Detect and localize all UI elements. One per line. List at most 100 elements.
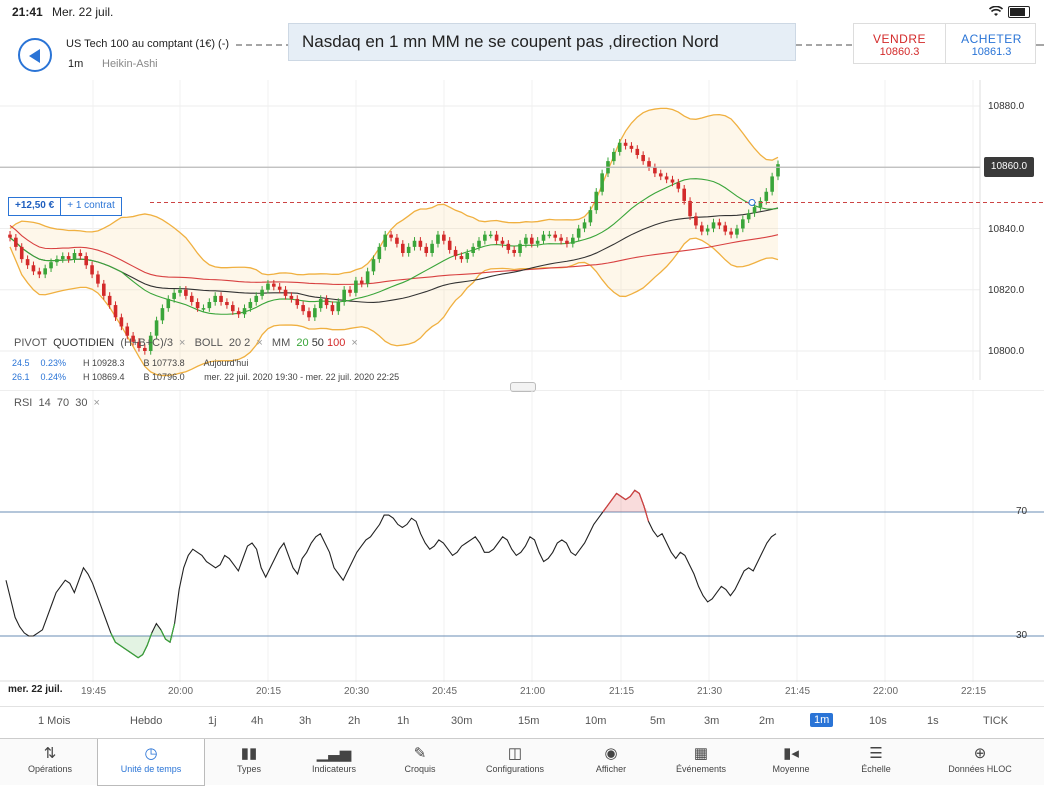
mm-100: 100 (327, 337, 346, 349)
candle-body (465, 253, 470, 260)
rsi-chart[interactable] (0, 390, 1044, 682)
candle-body (389, 234, 393, 238)
moving-average-icon: ▮◂ (783, 745, 799, 762)
tf-3m[interactable]: 3m (704, 715, 719, 727)
tf-1s[interactable]: 1s (927, 715, 939, 727)
candle-body (113, 305, 118, 318)
candle-body (623, 142, 628, 146)
close-icon[interactable]: × (256, 337, 262, 349)
pencil-icon: ✎ (413, 745, 427, 762)
candle-body (529, 237, 534, 244)
tf-5m[interactable]: 5m (650, 715, 665, 727)
battery-icon (1008, 5, 1030, 18)
candle-body (406, 246, 411, 253)
tf-2m[interactable]: 2m (759, 715, 774, 727)
tf-1m[interactable]: 1m (810, 713, 834, 727)
buy-label: ACHETER (961, 32, 1022, 46)
mm-label[interactable]: MM (272, 337, 290, 349)
sell-button[interactable]: VENDRE 10860.3 (854, 24, 946, 63)
tf-10m[interactable]: 10m (585, 715, 606, 727)
candle-body (512, 249, 516, 253)
candle-body (735, 228, 739, 235)
candle-body (189, 295, 194, 302)
candle-body (418, 240, 423, 247)
x-axis-date-tag: mer. 22 juil. (8, 684, 63, 695)
tool-display[interactable]: ◉ Afficher (568, 739, 654, 785)
tool-events[interactable]: ▦ Événements (658, 739, 744, 785)
tf-1d[interactable]: 1j (208, 715, 217, 727)
pivot-label[interactable]: PIVOT (14, 337, 47, 349)
candle-body (277, 286, 282, 290)
candle-body (635, 148, 640, 155)
tool-label: Moyenne (772, 764, 810, 774)
candle-body (266, 283, 270, 290)
tf-3h[interactable]: 3h (299, 715, 311, 727)
timeframe-bar: 1 Mois Hebdo 1j 4h 3h 2h 1h 30m 15m 10m … (0, 706, 1044, 735)
x-axis-label: 21:15 (609, 686, 635, 697)
candle-body (225, 302, 229, 306)
candle-body (324, 298, 329, 306)
info-period: mer. 22 juil. 2020 19:30 - mer. 22 juil.… (204, 372, 400, 382)
candle-body (647, 161, 651, 168)
tool-types[interactable]: ▮▮ Types (205, 739, 293, 785)
candle-body (125, 326, 130, 336)
x-axis-label: 20:00 (168, 686, 194, 697)
candle-body (236, 311, 241, 315)
candle-body (154, 320, 159, 336)
tf-2h[interactable]: 2h (348, 715, 360, 727)
candle-body (359, 280, 364, 284)
candle-body (49, 262, 53, 269)
price-axis-label: 10820.0 (988, 285, 1025, 296)
candlestick-icon: ▮▮ (240, 745, 258, 762)
status-date: Mer. 22 juil. (52, 5, 114, 19)
tf-1h[interactable]: 1h (397, 715, 409, 727)
candle-body (43, 268, 47, 275)
annotation-note[interactable]: Nasdaq en 1 mn MM ne se coupent pas ,dir… (288, 23, 796, 61)
candle-body (629, 145, 634, 149)
tool-sketch[interactable]: ✎ Croquis (376, 739, 464, 785)
candle-body (694, 216, 698, 226)
candle-body (459, 256, 464, 260)
tf-10s[interactable]: 10s (869, 715, 887, 727)
candle (600, 169, 604, 196)
tool-hloc-data[interactable]: ⊕ Données HLOC (932, 739, 1028, 785)
candle-body (313, 308, 317, 318)
tool-configurations[interactable]: ◫ Configurations (470, 739, 560, 785)
tool-average[interactable]: ▮◂ Moyenne (748, 739, 834, 785)
candle-body (494, 234, 499, 241)
price-axis-label: 10840.0 (988, 224, 1025, 235)
tf-30m[interactable]: 30m (451, 715, 472, 727)
back-button[interactable] (18, 38, 52, 72)
info-low: B 10796.0 (143, 372, 185, 382)
bottom-toolbar: ⇅ Opérations ◷ Unité de temps ▮▮ Types ▁… (0, 738, 1044, 786)
tool-scale[interactable]: ☰ Échelle (834, 739, 918, 785)
close-icon[interactable]: × (179, 337, 185, 349)
candle-body (752, 207, 757, 214)
price-chart[interactable] (0, 80, 1044, 380)
candle-body (248, 302, 253, 309)
buy-button[interactable]: ACHETER 10861.3 (946, 24, 1037, 63)
tf-tick[interactable]: TICK (983, 715, 1008, 727)
candle-body (178, 289, 182, 293)
position-box[interactable]: +12,50 € + 1 contrat (8, 197, 122, 216)
bollinger-band-fill (10, 108, 778, 376)
candle-body (541, 234, 546, 241)
candle-body (14, 237, 18, 247)
candle-body (653, 167, 657, 174)
info-pct: 0.23% (40, 358, 67, 368)
tf-weekly[interactable]: Hebdo (130, 715, 162, 727)
tf-4h[interactable]: 4h (251, 715, 263, 727)
tf-15m[interactable]: 15m (518, 715, 539, 727)
close-icon[interactable]: × (351, 337, 357, 349)
tool-operations[interactable]: ⇅ Opérations (4, 739, 96, 785)
wifi-icon (988, 5, 1003, 17)
candle-body (365, 271, 370, 284)
candle-body (295, 298, 300, 306)
tf-1-month[interactable]: 1 Mois (38, 715, 70, 727)
tool-time-unit[interactable]: ◷ Unité de temps (97, 739, 205, 786)
boll-label[interactable]: BOLL (195, 337, 223, 349)
tool-indicators[interactable]: ▁▃▅ Indicateurs (290, 739, 378, 785)
candle-body (195, 302, 200, 309)
candle-body (412, 240, 417, 247)
candle-body (289, 295, 294, 299)
